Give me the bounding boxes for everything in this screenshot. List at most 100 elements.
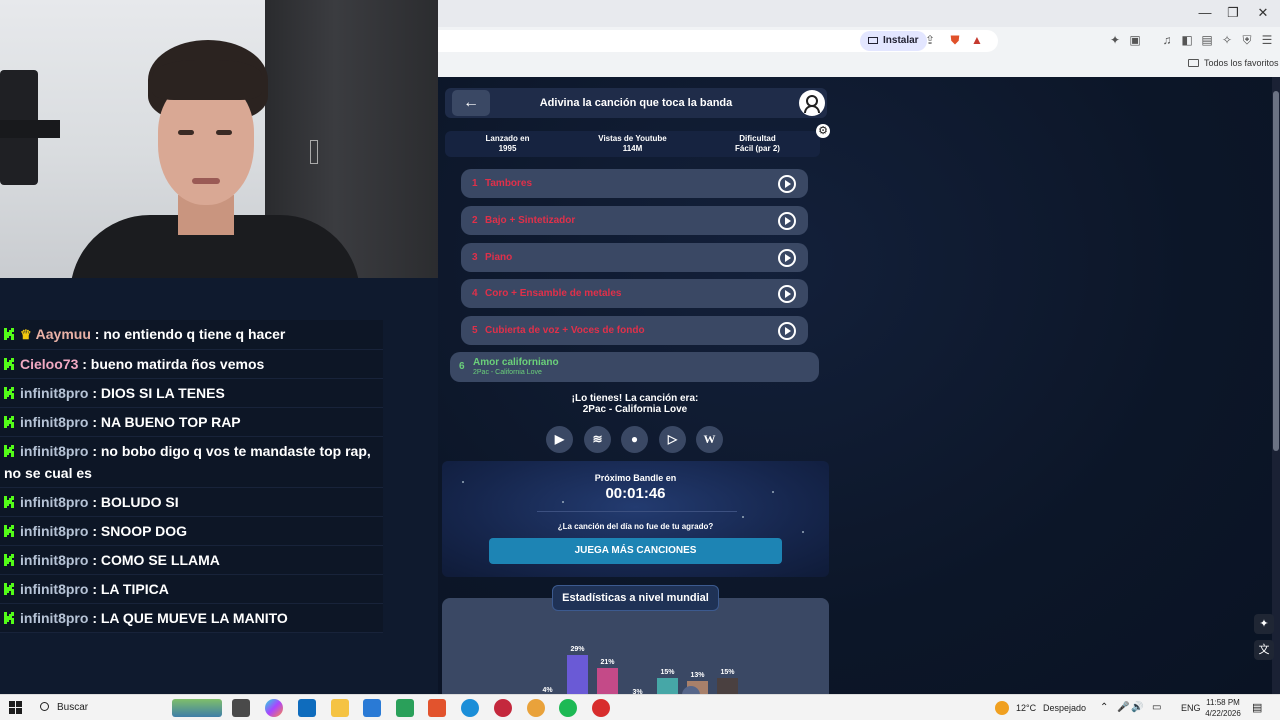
chat-message: infinit8pro : BOLUDO SI	[0, 488, 383, 517]
brave-browser-icon[interactable]	[428, 699, 446, 717]
spotify-taskbar-icon[interactable]	[559, 699, 577, 717]
close-icon[interactable]: ✕	[1246, 5, 1280, 21]
views-info: Vistas de Youtube 114M	[598, 134, 667, 153]
outlook-icon[interactable]	[298, 699, 316, 717]
wikipedia-icon[interactable]: W	[696, 426, 723, 453]
notifications-icon[interactable]: ▤	[1252, 695, 1262, 720]
share-icon[interactable]: ⇪	[923, 33, 937, 47]
task-view-icon[interactable]	[232, 699, 250, 717]
stats-bar-label: 4%	[542, 687, 553, 694]
restore-icon[interactable]: ❐	[1216, 5, 1250, 21]
game-page: ← Adivina la canción que toca la banda L…	[438, 77, 1272, 694]
chat-username[interactable]: infinit8pro	[20, 385, 88, 401]
browser-chrome: — ❐ ✕ Instalar ⇪ ⛊ ▲ ✦ ▣ ♫ ◧ ▤ ✧ ⛨ ☰ Tod…	[438, 0, 1280, 77]
stats-bar	[657, 678, 678, 694]
translate-icon[interactable]: 文	[1254, 640, 1274, 660]
chrome-icon[interactable]	[527, 699, 545, 717]
microphone-icon[interactable]: 🎤	[1117, 695, 1129, 720]
play-more-button[interactable]: JUEGA MÁS CANCIONES	[489, 538, 782, 564]
chat-username[interactable]: infinit8pro	[20, 443, 88, 459]
kick-badge-icon	[4, 445, 14, 457]
next-bandle-panel: Próximo Bandle en 00:01:46 ¿La canción d…	[442, 461, 829, 577]
vpn-icon[interactable]: ⛨	[1240, 33, 1254, 47]
store-icon[interactable]	[363, 699, 381, 717]
play-icon[interactable]	[778, 322, 796, 340]
settings-gear-icon[interactable]: ⚙	[816, 124, 830, 138]
answer-row: 6 Amor californiano 2Pac - California Lo…	[450, 352, 819, 382]
kick-badge-icon	[4, 583, 14, 595]
edge-icon[interactable]	[461, 699, 479, 717]
chat-text: : bueno matirda ños vemos	[82, 356, 265, 372]
app-icon[interactable]	[396, 699, 414, 717]
obs-icon[interactable]	[494, 699, 512, 717]
chat-text: : LA QUE MUEVE LA MANITO	[92, 610, 288, 626]
apple-icon[interactable]: ●	[621, 426, 648, 453]
youtube-icon[interactable]: ▶	[546, 426, 573, 453]
widgets-icon[interactable]	[172, 699, 222, 717]
result-message: ¡Lo tienes! La canción era: 2Pac - Calif…	[571, 393, 699, 415]
language[interactable]: ENG	[1181, 695, 1201, 720]
feedback-question: ¿La canción del día no fue de tu agrado?	[557, 522, 714, 531]
chat-message: infinit8pro : NA BUENO TOP RAP	[0, 408, 383, 437]
stats-title: Estadísticas a nivel mundial	[552, 585, 719, 611]
brave-shield-icon[interactable]: ⛊	[948, 33, 962, 47]
page-title: Adivina la canción que toca la banda	[539, 97, 733, 109]
user-account-icon[interactable]	[799, 90, 825, 116]
brave-rewards-icon[interactable]: ▲	[970, 33, 984, 47]
file-explorer-icon[interactable]	[331, 699, 349, 717]
track-row[interactable]: 4 Coro + Ensamble de metales	[461, 279, 808, 308]
favorites-folder[interactable]: Todos los favoritos	[1188, 58, 1279, 68]
play-icon[interactable]	[778, 249, 796, 267]
chat-username[interactable]: infinit8pro	[20, 552, 88, 568]
spotify-icon[interactable]: ≋	[584, 426, 611, 453]
speaker-icon[interactable]: 🔊	[1131, 695, 1143, 720]
wallet-icon[interactable]: ▣	[1128, 33, 1142, 47]
stats-bar	[567, 655, 588, 694]
chat-username[interactable]: infinit8pro	[20, 523, 88, 539]
play-icon[interactable]	[778, 285, 796, 303]
play-icon[interactable]: ▷	[659, 426, 686, 453]
stats-bar-label: 13%	[690, 672, 705, 679]
play-icon[interactable]	[778, 212, 796, 230]
kick-badge-icon	[4, 525, 14, 537]
menu-icon[interactable]: ☰	[1260, 33, 1274, 47]
scrollbar-thumb[interactable]	[1273, 91, 1279, 451]
install-button[interactable]: Instalar	[860, 31, 927, 51]
play-icon[interactable]	[778, 175, 796, 193]
countdown-timer: 00:01:46	[605, 485, 666, 502]
leo-icon[interactable]: ✧	[1220, 33, 1234, 47]
kick-badge-icon	[4, 328, 14, 340]
sidebar-icon[interactable]: ◧	[1180, 33, 1194, 47]
stats-bar-label: 21%	[600, 659, 615, 666]
weather-icon[interactable]	[995, 701, 1009, 715]
stats-bar-label: 29%	[570, 646, 585, 653]
chat-text: : NA BUENO TOP RAP	[92, 414, 241, 430]
chevron-up-icon[interactable]: ⌃	[1100, 695, 1108, 720]
stats-bar-label: 15%	[720, 669, 735, 676]
chat-username[interactable]: Aaymuu	[36, 326, 91, 342]
track-row[interactable]: 2 Bajo + Sintetizador	[461, 206, 808, 235]
taskbar-search[interactable]: Buscar	[40, 699, 88, 717]
chat-username[interactable]: infinit8pro	[20, 581, 88, 597]
copilot-icon[interactable]	[265, 699, 283, 717]
windows-start-icon[interactable]	[9, 701, 23, 715]
leo-ai-icon[interactable]: ✦	[1254, 614, 1274, 634]
chat-username[interactable]: infinit8pro	[20, 414, 88, 430]
stats-panel: Estadísticas a nivel mundial 4% 29% 21% 3% 1…	[442, 585, 829, 694]
chat-text: : SNOOP DOG	[92, 523, 187, 539]
chat-overlay: ♛ Aaymuu : no entiendo q tiene q hacer Cie…	[0, 320, 384, 633]
extensions-icon[interactable]: ✦	[1108, 33, 1122, 47]
scrollbar[interactable]	[1272, 77, 1280, 694]
system-clock[interactable]: 11:58 PM 4/22/2026	[1203, 697, 1243, 719]
music-icon[interactable]: ♫	[1160, 33, 1174, 47]
kick-badge-icon	[4, 554, 14, 566]
chat-username[interactable]: infinit8pro	[20, 610, 88, 626]
chat-username[interactable]: infinit8pro	[20, 494, 88, 510]
track-row[interactable]: 5 Cubierta de voz + Voces de fondo	[461, 316, 808, 345]
wallet2-icon[interactable]: ▤	[1200, 33, 1214, 47]
track-row[interactable]: 3 Piano	[461, 243, 808, 272]
battery-icon[interactable]: ▭	[1152, 695, 1161, 720]
chat-username[interactable]: Cieloo73	[20, 356, 78, 372]
track-row[interactable]: 1 Tambores	[461, 169, 808, 198]
recorder-icon[interactable]	[592, 699, 610, 717]
